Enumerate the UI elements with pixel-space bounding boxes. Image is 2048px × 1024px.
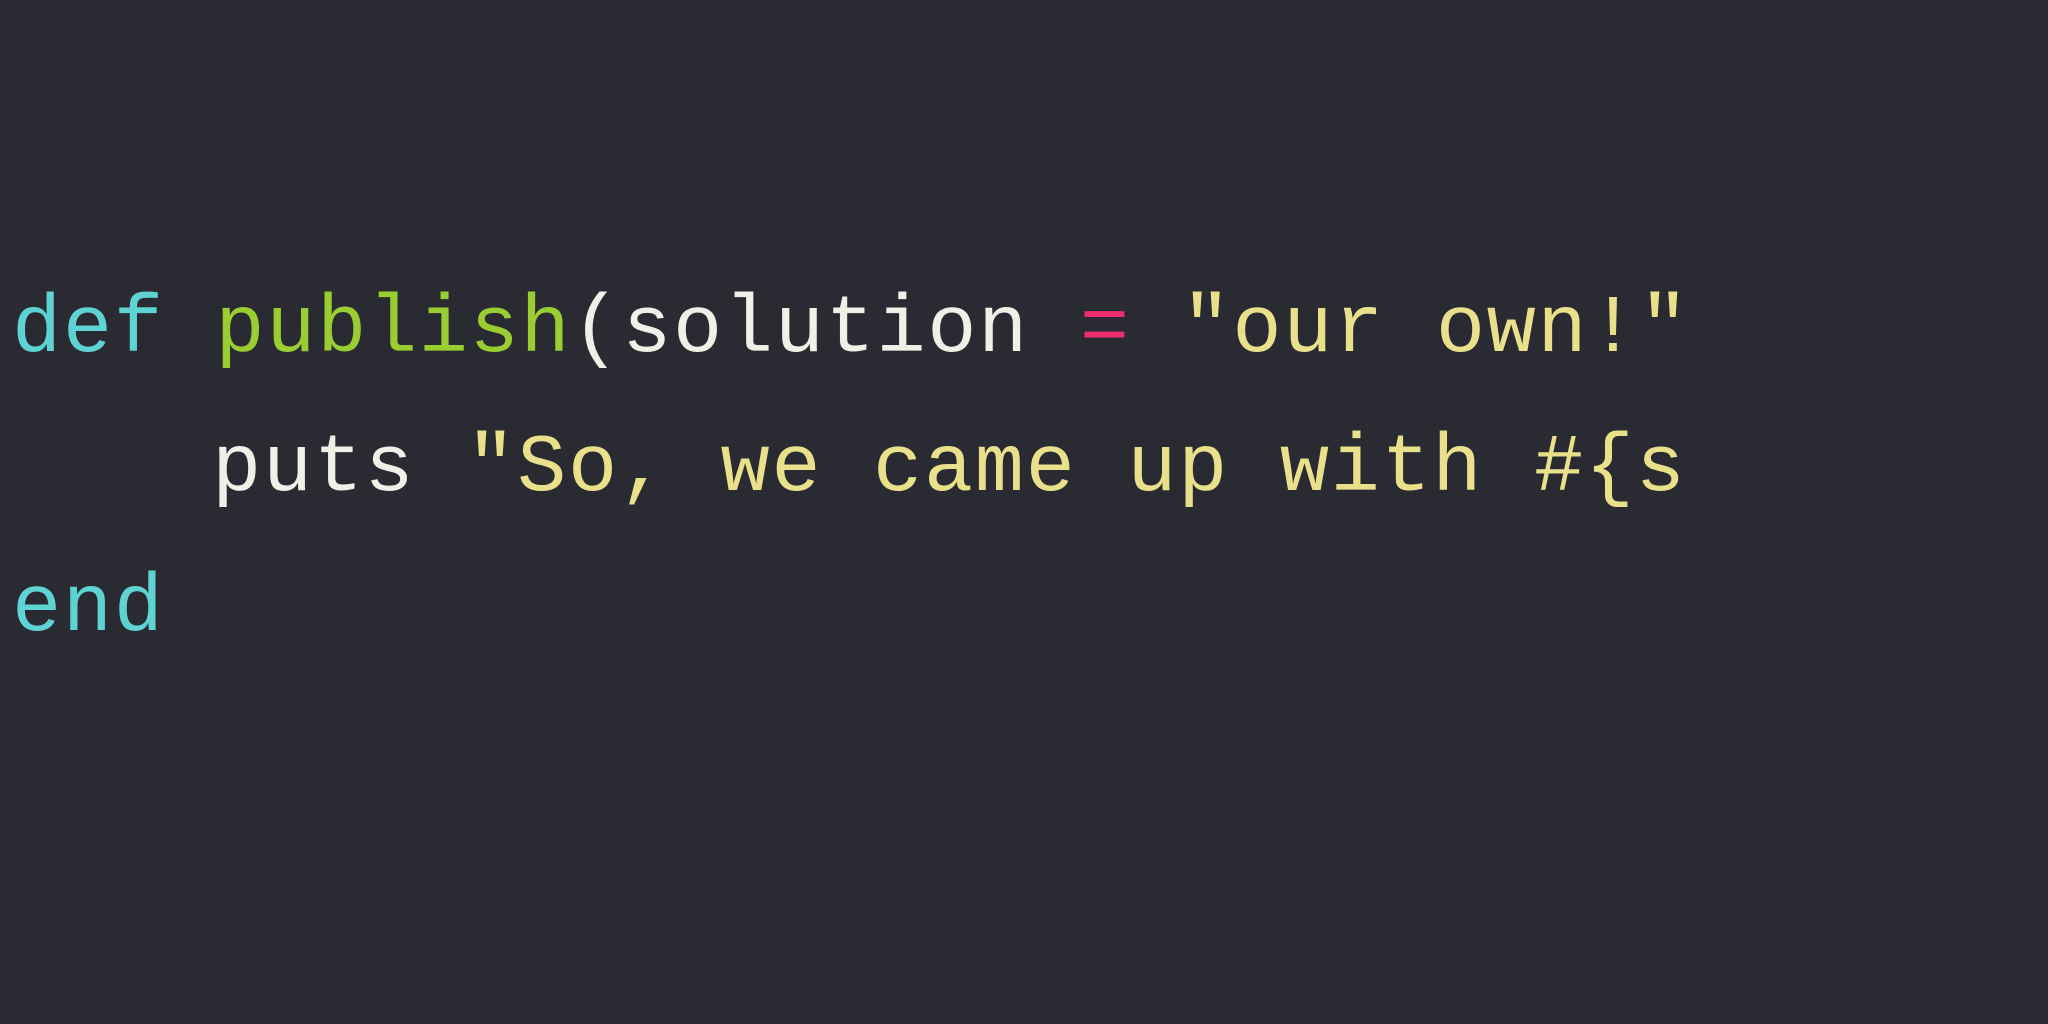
keyword-def: def xyxy=(12,283,165,376)
paren-open: ( xyxy=(571,283,622,376)
code-line-3: end xyxy=(12,539,2048,678)
code-line-1: def publish(solution = "our own!" xyxy=(12,260,2048,399)
method-call-puts: puts xyxy=(212,422,415,515)
keyword-end: end xyxy=(12,562,165,655)
param-name: solution xyxy=(622,283,1029,376)
code-editor-view: def publish(solution = "our own!" puts "… xyxy=(0,0,2048,678)
method-name: publish xyxy=(215,283,571,376)
space xyxy=(165,283,216,376)
string-interp-open: #{ xyxy=(1534,422,1636,515)
string-literal: "our own!" xyxy=(1182,283,1690,376)
string-interp-var: s xyxy=(1636,422,1687,515)
operator-equals: = xyxy=(1080,283,1131,376)
space xyxy=(1131,283,1182,376)
space xyxy=(415,422,466,515)
code-line-2: puts "So, we came up with #{s xyxy=(12,399,2048,538)
space xyxy=(1029,283,1080,376)
string-literal: "So, we came up with xyxy=(466,422,1534,515)
